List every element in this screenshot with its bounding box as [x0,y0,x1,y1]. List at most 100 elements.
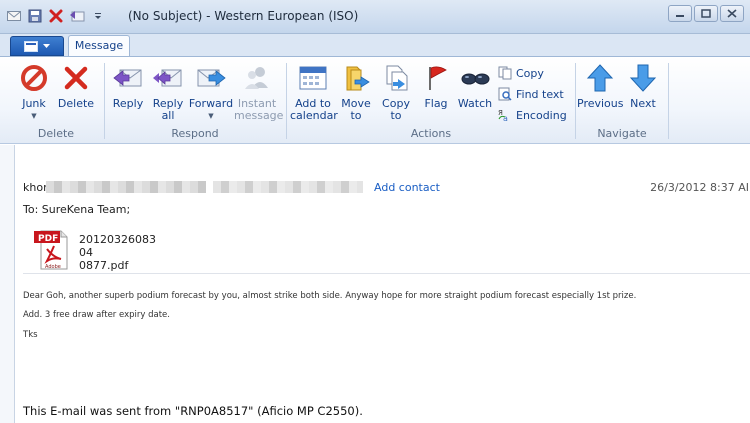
redacted-sender-address [46,181,206,193]
window-title: (No Subject) - Western European (ISO) [128,9,359,23]
group-divider [575,63,576,139]
find-text-label: Find text [516,87,564,101]
pdf-badge: PDF [38,234,58,244]
actions-group-label: Actions [410,127,452,140]
reply-all-icon [152,62,184,94]
encoding-label: Encoding [516,108,567,122]
forward-label: Forward [188,97,234,110]
close-button[interactable] [720,5,744,22]
app-menu-icon [24,40,38,52]
copy-to-button[interactable]: Copy to [376,62,416,122]
respond-group-label: Respond [171,127,219,140]
actions-group: Add to calendar Move to Copy to Flag Wat… [288,59,574,143]
arrow-down-icon [627,62,659,94]
copy-to-label-2: to [390,109,402,122]
delete-label: Delete [57,97,95,110]
copy-label: Copy [516,66,544,80]
next-button[interactable]: Next [623,62,663,110]
mail-icon[interactable] [6,8,22,24]
instant-message-button[interactable]: Instant message [234,62,284,122]
flag-button[interactable]: Flag [416,62,456,110]
body-paragraph: Add. 3 free draw after expiry date. [23,310,170,320]
attachment-name-line-2: 0877.pdf [79,259,129,272]
sent-from-footer: This E-mail was sent from "RNP0A8517" (A… [23,404,363,418]
sender-name: khor [23,181,48,194]
pdf-file-icon: PDF Adobe [33,227,71,274]
attachment-name: 2012032608304 0877.pdf [79,227,159,274]
save-icon[interactable] [27,8,43,24]
find-text-icon [498,87,512,101]
reply-icon [112,62,144,94]
instant-message-icon [241,62,273,94]
copy-icon [498,66,512,80]
reply-icon[interactable] [69,8,85,24]
arrow-up-icon [584,62,616,94]
message-date: 26/3/2012 8:37 AI [650,181,749,194]
from-row: khor Add contact 26/3/2012 8:37 AI [23,181,750,195]
copy-to-icon [380,62,412,94]
ribbon-tab-row: Message [0,34,750,57]
watch-button[interactable]: Watch [454,62,496,110]
navigate-group: Previous Next Navigate [577,59,667,143]
copy-button[interactable]: Copy [498,66,544,80]
glasses-icon [459,62,491,94]
flag-icon [420,62,452,94]
recipient-line: To: SureKena Team; [23,203,131,216]
forward-icon [195,62,227,94]
junk-label: Junk [22,97,46,110]
attachment[interactable]: PDF Adobe 2012032608304 0877.pdf [33,227,159,274]
junk-dropdown-icon: ▼ [31,112,37,120]
application-menu-button[interactable] [10,36,64,56]
previous-button[interactable]: Previous [577,62,624,110]
quick-access-toolbar [6,8,106,24]
body-paragraph: Dear Goh, another superb podium forecast… [23,291,637,301]
delete-group-label: Delete [37,127,75,140]
delete-group: Junk ▼ Delete Delete [8,59,104,143]
junk-icon [18,62,50,94]
find-text-button[interactable]: Find text [498,87,564,101]
reply-label: Reply [112,97,144,110]
group-divider [104,63,105,139]
move-to-label-2: to [350,109,362,122]
delete-x-icon[interactable] [48,8,64,24]
window-controls [668,5,744,22]
watch-label: Watch [457,97,493,110]
move-to-button[interactable]: Move to [336,62,376,122]
move-folder-icon [340,62,372,94]
add-contact-link[interactable]: Add contact [374,181,440,194]
delete-button[interactable]: Delete [56,62,96,110]
customize-dropdown-icon[interactable] [90,8,106,24]
add-to-calendar-label-2: calendar [290,109,338,122]
forward-button[interactable]: Forward ▼ [188,62,234,122]
redacted-sender-address [213,181,363,193]
next-label: Next [630,97,656,110]
reply-button[interactable]: Reply [108,62,148,110]
encoding-icon: Яa [498,108,512,122]
junk-button[interactable]: Junk ▼ [14,62,54,122]
maximize-button[interactable] [694,5,718,22]
adobe-label: Adobe [45,264,61,270]
minimize-button[interactable] [668,5,692,22]
reply-all-label-2: all [161,109,175,122]
calendar-icon [297,62,329,94]
instant-message-label-2: message [234,109,284,122]
group-divider [668,63,669,139]
body-paragraph: Tks [23,330,38,340]
add-to-calendar-button[interactable]: Add to calendar [290,62,338,122]
flag-label: Flag [424,97,448,110]
ribbon: Junk ▼ Delete Delete Reply Reply all For… [0,56,750,144]
forward-dropdown-icon: ▼ [208,112,214,120]
delete-icon [60,62,92,94]
left-pane-edge [0,145,14,423]
title-bar: (No Subject) - Western European (ISO) [0,0,750,34]
previous-label: Previous [577,97,624,110]
encoding-button[interactable]: Яa Encoding [498,108,567,123]
chevron-down-icon [43,43,50,48]
group-divider [286,63,287,139]
navigate-group-label: Navigate [597,127,647,140]
respond-group: Reply Reply all Forward ▼ Instant messag… [106,59,284,143]
message-pane: khor Add contact 26/3/2012 8:37 AI To: S… [14,145,750,423]
reply-all-button[interactable]: Reply all [148,62,188,122]
tab-message[interactable]: Message [68,35,130,57]
attachment-name-line-1: 2012032608304 [79,233,156,259]
